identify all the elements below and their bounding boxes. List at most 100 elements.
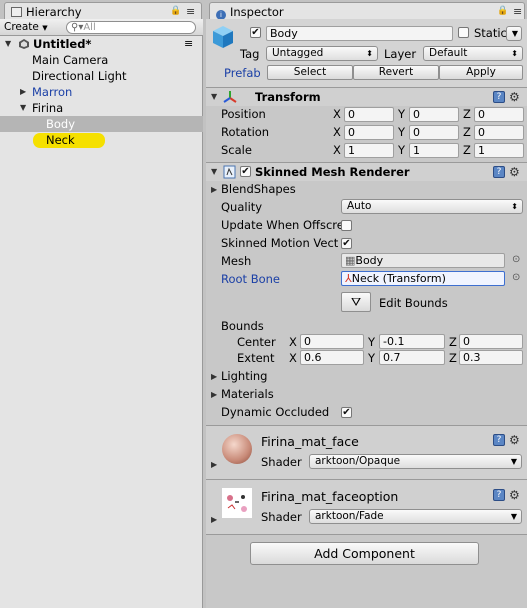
material-faceoption-section[interactable]: ▶ Firina_mat_faceoption Shader arktoon/F… — [206, 480, 527, 534]
smr-enabled-checkbox[interactable]: ✔ — [240, 166, 251, 177]
expand-triangle-icon[interactable]: ▶ — [211, 372, 217, 381]
hierarchy-item-firina[interactable]: ▼ Firina — [0, 100, 203, 116]
position-z-value: 0 — [478, 108, 485, 121]
quality-label: Quality — [221, 200, 263, 214]
scale-y-field[interactable]: 1 — [409, 143, 459, 158]
expand-triangle-icon[interactable]: ▶ — [211, 185, 217, 194]
lighting-foldout[interactable]: Lighting — [221, 369, 267, 383]
y-axis-label: Y — [368, 335, 376, 349]
rotation-y-field[interactable]: 0 — [409, 125, 459, 140]
position-y-field[interactable]: 0 — [409, 107, 459, 122]
scale-z-field[interactable]: 1 — [474, 143, 524, 158]
smr-header[interactable]: ▼ ✔ Skinned Mesh Renderer ? ⚙ — [206, 163, 527, 181]
materials-foldout[interactable]: Materials — [221, 387, 274, 401]
expand-triangle-icon[interactable]: ▼ — [5, 36, 11, 52]
quality-dropdown[interactable]: Auto ⬍ — [341, 199, 523, 214]
inspector-lock-icon[interactable]: 🔒 — [497, 6, 508, 16]
y-axis-label: Y — [398, 107, 406, 121]
extent-z-field[interactable]: 0.3 — [459, 350, 523, 365]
object-picker-icon[interactable]: ⊙ — [512, 272, 520, 283]
object-picker-icon[interactable]: ⊙ — [512, 254, 520, 265]
x-axis-label: X — [289, 351, 297, 365]
blendshapes-foldout[interactable]: BlendShapes — [221, 182, 296, 196]
create-label: Create — [4, 21, 39, 33]
hierarchy-search-input[interactable]: ⚲▾All — [66, 21, 196, 34]
hierarchy-item-neck[interactable]: Neck — [0, 132, 203, 148]
material-face-section[interactable]: ▶ Firina_mat_face Shader arktoon/Opaque ▼… — [206, 426, 527, 479]
center-y-value: -0.1 — [383, 335, 405, 348]
hierarchy-item-marron[interactable]: ▶ Marron — [0, 84, 203, 100]
scene-menu-icon[interactable]: ≡ — [184, 36, 193, 52]
static-dropdown[interactable]: ▼ — [506, 26, 522, 41]
transform-header[interactable]: ▼ Transform ? ⚙ — [206, 88, 527, 106]
update-offscreen-checkbox[interactable] — [341, 220, 352, 231]
tag-dropdown[interactable]: Untagged ⬍ — [266, 46, 378, 61]
shader-dropdown[interactable]: arktoon/Fade ▼ — [309, 509, 522, 524]
active-checkbox[interactable]: ✔ — [250, 27, 261, 38]
hierarchy-lock-icon[interactable]: 🔒 — [170, 6, 181, 16]
inspector-tab[interactable]: i Inspector — [209, 2, 525, 20]
inspector-menu-icon[interactable]: ≡ — [513, 5, 522, 18]
hierarchy-item-body[interactable]: Body — [0, 116, 203, 132]
object-name-value: Body — [270, 27, 298, 40]
prefab-select-button[interactable]: Select — [267, 65, 353, 80]
edit-bounds-button[interactable]: ⛛ — [341, 292, 371, 312]
prefab-revert-button[interactable]: Revert — [353, 65, 439, 80]
material-preview-thumbnail — [222, 434, 252, 464]
gear-icon[interactable]: ⚙ — [509, 166, 520, 178]
gear-icon[interactable]: ⚙ — [509, 489, 520, 501]
center-z-field[interactable]: 0 — [459, 334, 523, 349]
rootbone-label: Root Bone — [221, 272, 280, 286]
create-dropdown[interactable]: Create ▼ — [4, 21, 48, 34]
motion-vectors-checkbox[interactable]: ✔ — [341, 238, 352, 249]
hierarchy-panel: Create ▼ ⚲▾All ▼ Untitled* ≡ Main Camera… — [0, 19, 203, 608]
scene-row[interactable]: ▼ Untitled* ≡ — [0, 36, 203, 52]
rootbone-object-field[interactable]: ⅄Neck (Transform) — [341, 271, 505, 286]
center-label: Center — [237, 335, 276, 349]
shader-dropdown[interactable]: arktoon/Opaque ▼ — [309, 454, 522, 469]
hierarchy-item-directional-light[interactable]: Directional Light — [0, 68, 203, 84]
add-component-button[interactable]: Add Component — [250, 542, 479, 565]
layer-dropdown[interactable]: Default ⬍ — [423, 46, 523, 61]
position-x-field[interactable]: 0 — [344, 107, 394, 122]
center-z-value: 0 — [463, 335, 470, 348]
rotation-z-value: 0 — [478, 126, 485, 139]
scene-name: Untitled* — [33, 37, 92, 51]
scale-x-value: 1 — [348, 144, 355, 157]
help-book-icon[interactable]: ? — [493, 91, 505, 103]
hierarchy-item-main-camera[interactable]: Main Camera — [0, 52, 203, 68]
help-book-icon[interactable]: ? — [493, 489, 505, 501]
collapse-triangle-icon[interactable]: ▼ — [211, 167, 217, 176]
dynamic-occluded-label: Dynamic Occluded — [221, 405, 330, 419]
expand-triangle-icon[interactable]: ▶ — [211, 390, 217, 399]
material-name: Firina_mat_faceoption — [261, 489, 399, 504]
gear-icon[interactable]: ⚙ — [509, 434, 520, 446]
static-checkbox[interactable] — [458, 27, 469, 38]
hierarchy-menu-icon[interactable]: ≡ — [186, 5, 195, 18]
collapse-triangle-icon[interactable]: ▼ — [211, 92, 217, 101]
help-book-icon[interactable]: ? — [493, 166, 505, 178]
rotation-z-field[interactable]: 0 — [474, 125, 524, 140]
help-book-icon[interactable]: ? — [493, 434, 505, 446]
position-z-field[interactable]: 0 — [474, 107, 524, 122]
extent-y-field[interactable]: 0.7 — [379, 350, 445, 365]
mesh-value: Body — [355, 254, 384, 267]
center-y-field[interactable]: -0.1 — [379, 334, 445, 349]
collapse-triangle-icon[interactable]: ▼ — [20, 100, 26, 116]
center-x-field[interactable]: 0 — [300, 334, 364, 349]
position-label: Position — [221, 107, 266, 121]
dynamic-occluded-checkbox[interactable]: ✔ — [341, 407, 352, 418]
object-name-field[interactable]: Body — [266, 26, 453, 41]
hierarchy-tab-label: Hierarchy — [26, 5, 82, 19]
mesh-object-field[interactable]: ▦Body — [341, 253, 505, 268]
x-axis-label: X — [333, 143, 341, 157]
expand-triangle-icon[interactable]: ▶ — [20, 84, 26, 100]
rotation-x-field[interactable]: 0 — [344, 125, 394, 140]
extent-x-field[interactable]: 0.6 — [300, 350, 364, 365]
expand-triangle-icon[interactable]: ▶ — [211, 460, 217, 469]
prefab-apply-button[interactable]: Apply — [439, 65, 523, 80]
gear-icon[interactable]: ⚙ — [509, 91, 520, 103]
shader-value: arktoon/Opaque — [315, 455, 401, 467]
scale-x-field[interactable]: 1 — [344, 143, 394, 158]
expand-triangle-icon[interactable]: ▶ — [211, 515, 217, 524]
